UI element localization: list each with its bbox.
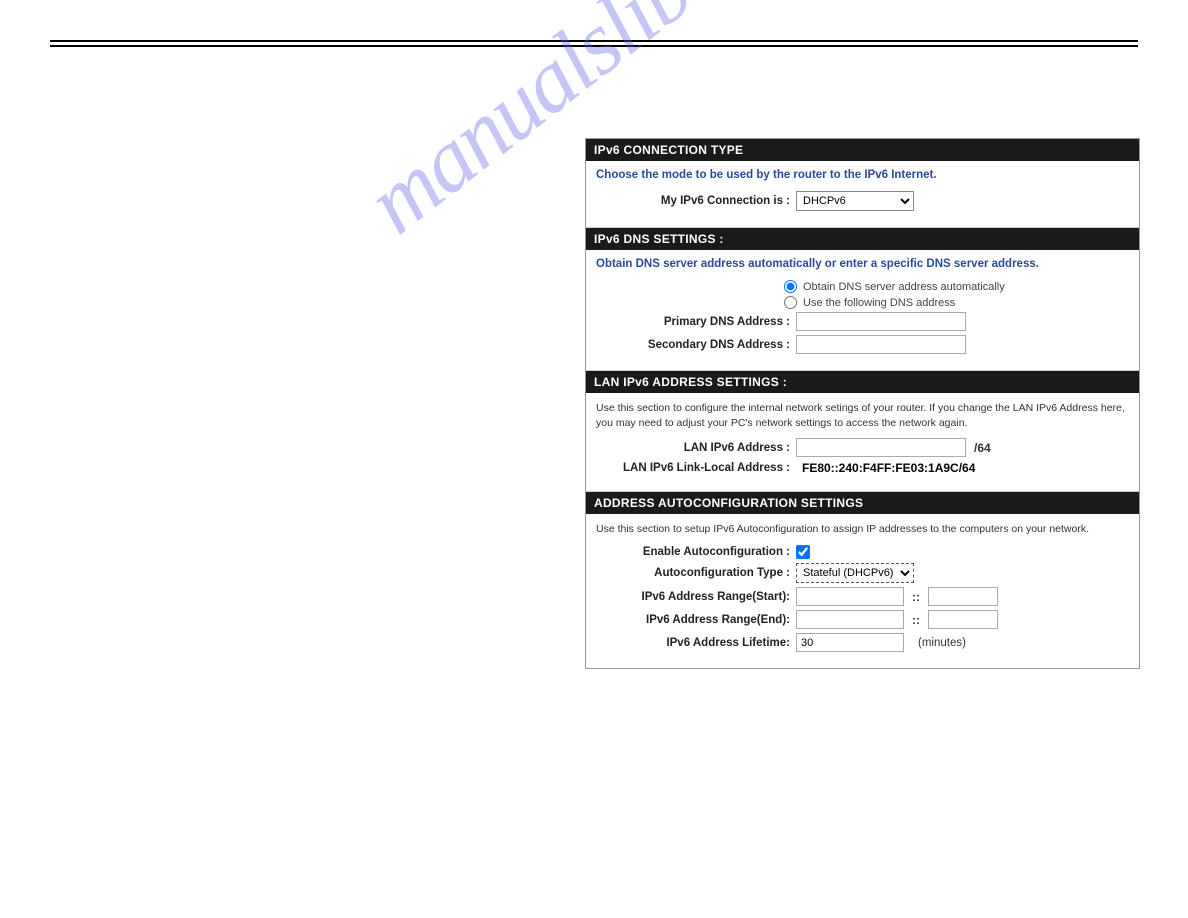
lan-addr-label: LAN IPv6 Address : — [596, 442, 796, 454]
lifetime-unit: (minutes) — [918, 637, 966, 649]
conn-label: My IPv6 Connection is : — [596, 195, 796, 207]
primary-dns-label: Primary DNS Address : — [596, 316, 796, 328]
range-start-input-2[interactable] — [928, 587, 998, 606]
lan-linklocal-value: FE80::240:F4FF:FE03:1A9C/64 — [796, 461, 975, 475]
top-rule — [50, 45, 1138, 47]
auto-enable-checkbox[interactable] — [796, 545, 810, 559]
colons-2: :: — [908, 613, 924, 627]
lan-addr-input[interactable] — [796, 438, 966, 457]
lifetime-label: IPv6 Address Lifetime: — [596, 637, 796, 649]
dns-radio-auto[interactable] — [784, 280, 797, 293]
lan-desc: Use this section to configure the intern… — [596, 401, 1129, 430]
section-body-conn-type: Choose the mode to be used by the router… — [586, 161, 1139, 227]
range-start-input-1[interactable] — [796, 587, 904, 606]
conn-type-select[interactable]: DHCPv6 — [796, 191, 914, 211]
secondary-dns-input[interactable] — [796, 335, 966, 354]
auto-type-label: Autoconfiguration Type : — [596, 567, 796, 579]
section-body-dns: Obtain DNS server address automatically … — [586, 250, 1139, 370]
auto-desc: Use this section to setup IPv6 Autoconfi… — [596, 522, 1129, 537]
dns-radio-manual-label: Use the following DNS address — [803, 297, 955, 309]
auto-enable-label: Enable Autoconfiguration : — [596, 546, 796, 558]
colons-1: :: — [908, 590, 924, 604]
section-header-conn-type: IPv6 CONNECTION TYPE — [586, 139, 1139, 161]
lan-addr-suffix: /64 — [974, 441, 991, 455]
range-start-label: IPv6 Address Range(Start): — [596, 591, 796, 603]
section-body-lan: Use this section to configure the intern… — [586, 393, 1139, 491]
section-header-auto: ADDRESS AUTOCONFIGURATION SETTINGS — [586, 492, 1139, 514]
router-config-panel: IPv6 CONNECTION TYPE Choose the mode to … — [585, 138, 1140, 669]
conn-intro: Choose the mode to be used by the router… — [596, 169, 1129, 181]
dns-radio-manual[interactable] — [784, 296, 797, 309]
primary-dns-input[interactable] — [796, 312, 966, 331]
section-body-auto: Use this section to setup IPv6 Autoconfi… — [586, 514, 1139, 668]
range-end-label: IPv6 Address Range(End): — [596, 614, 796, 626]
lan-linklocal-label: LAN IPv6 Link-Local Address : — [596, 462, 796, 474]
section-header-lan: LAN IPv6 ADDRESS SETTINGS : — [586, 371, 1139, 393]
auto-type-select[interactable]: Stateful (DHCPv6) — [796, 563, 914, 583]
dns-intro: Obtain DNS server address automatically … — [596, 258, 1129, 270]
bottom-rule — [50, 40, 1138, 42]
secondary-dns-label: Secondary DNS Address : — [596, 339, 796, 351]
range-end-input-1[interactable] — [796, 610, 904, 629]
lifetime-input[interactable] — [796, 633, 904, 652]
section-header-dns: IPv6 DNS SETTINGS : — [586, 228, 1139, 250]
range-end-input-2[interactable] — [928, 610, 998, 629]
dns-radio-auto-label: Obtain DNS server address automatically — [803, 281, 1005, 293]
